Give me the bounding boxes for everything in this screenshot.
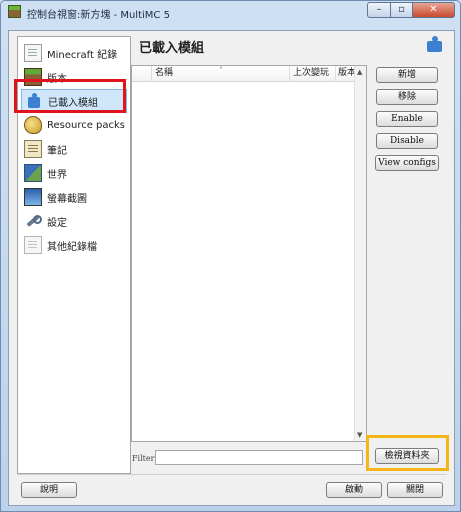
table-header: 名稱 ˄ 上次變玩 版本 [132,66,356,82]
sidebar-item-resource-packs[interactable]: Resource packs [21,113,127,137]
palette-icon [24,116,42,134]
help-button[interactable]: 說明 [21,482,77,498]
sort-indicator-icon: ˄ [219,66,223,75]
column-header-version[interactable]: 版本 [336,66,356,81]
sidebar-item-minecraft-log[interactable]: Minecraft 紀錄 [21,41,127,65]
world-icon [24,164,42,182]
sidebar-item-settings[interactable]: 設定 [21,209,127,233]
sidebar-item-label: 螢幕截圖 [47,193,87,205]
grass-block-icon [24,68,42,86]
maximize-button[interactable]: ▫ [391,2,413,18]
vertical-scrollbar[interactable]: ▲ ▼ [354,66,366,441]
document-icon [24,44,42,62]
close-button[interactable]: 關閉 [387,482,443,498]
title-bar[interactable]: 控制台視窗:新方塊 - MultiMC 5 – ▫ ✕ [1,1,460,23]
filter-input[interactable] [155,450,363,465]
sidebar-item-notes[interactable]: 筆記 [21,137,127,161]
sidebar-item-label: Resource packs [47,119,126,131]
sidebar-item-label: 版本 [47,73,67,85]
scroll-up-icon[interactable]: ▲ [357,68,362,76]
sidebar-item-label: 其他紀錄檔 [47,241,97,253]
view-folder-button[interactable]: 檢視資料夾 [375,448,439,464]
scroll-down-icon[interactable]: ▼ [357,431,362,439]
puzzle-icon [425,35,445,53]
screenshot-icon [24,188,42,206]
disable-mod-button[interactable]: Disable [376,133,438,149]
log-file-icon [24,236,42,254]
filter-label: Filter: [132,454,158,463]
sidebar-item-label: Minecraft 紀錄 [47,49,118,61]
launch-button[interactable]: 啟動 [326,482,382,498]
window-title: 控制台視窗:新方塊 - MultiMC 5 [27,10,170,21]
remove-mod-button[interactable]: 移除 [376,89,438,105]
dialog-body: Minecraft 紀錄 版本 已載入模組 Resource packs 筆記 … [8,30,455,506]
close-window-button[interactable]: ✕ [413,2,455,18]
sidebar-item-other-logs[interactable]: 其他紀錄檔 [21,233,127,257]
settings-icon [24,212,42,230]
column-header-last-played[interactable]: 上次變玩 [290,66,336,81]
sidebar-item-label: 已載入模組 [48,97,98,109]
sidebar-item-version[interactable]: 版本 [21,65,127,89]
sidebar: Minecraft 紀錄 版本 已載入模組 Resource packs 筆記 … [17,36,131,474]
sidebar-item-screenshots[interactable]: 螢幕截圖 [21,185,127,209]
grass-block-icon [8,5,21,18]
enable-mod-button[interactable]: Enable [376,111,438,127]
sidebar-item-loaded-mods[interactable]: 已載入模組 [21,89,127,113]
divider [17,474,447,475]
sidebar-item-label: 世界 [47,169,67,181]
sidebar-item-label: 設定 [47,217,67,229]
add-mod-button[interactable]: 新增 [376,67,438,83]
sidebar-item-label: 筆記 [47,145,67,157]
view-configs-button[interactable]: View configs [375,155,439,171]
mods-table[interactable]: 名稱 ˄ 上次變玩 版本 ▲ ▼ [131,65,367,442]
puzzle-icon [25,92,43,110]
column-header-check[interactable] [132,66,152,81]
sidebar-item-worlds[interactable]: 世界 [21,161,127,185]
window-controls: – ▫ ✕ [367,2,455,18]
notes-icon [24,140,42,158]
minimize-button[interactable]: – [367,2,391,18]
app-window: 控制台視窗:新方塊 - MultiMC 5 – ▫ ✕ Minecraft 紀錄… [0,0,461,512]
page-title: 已載入模組 [139,41,205,56]
